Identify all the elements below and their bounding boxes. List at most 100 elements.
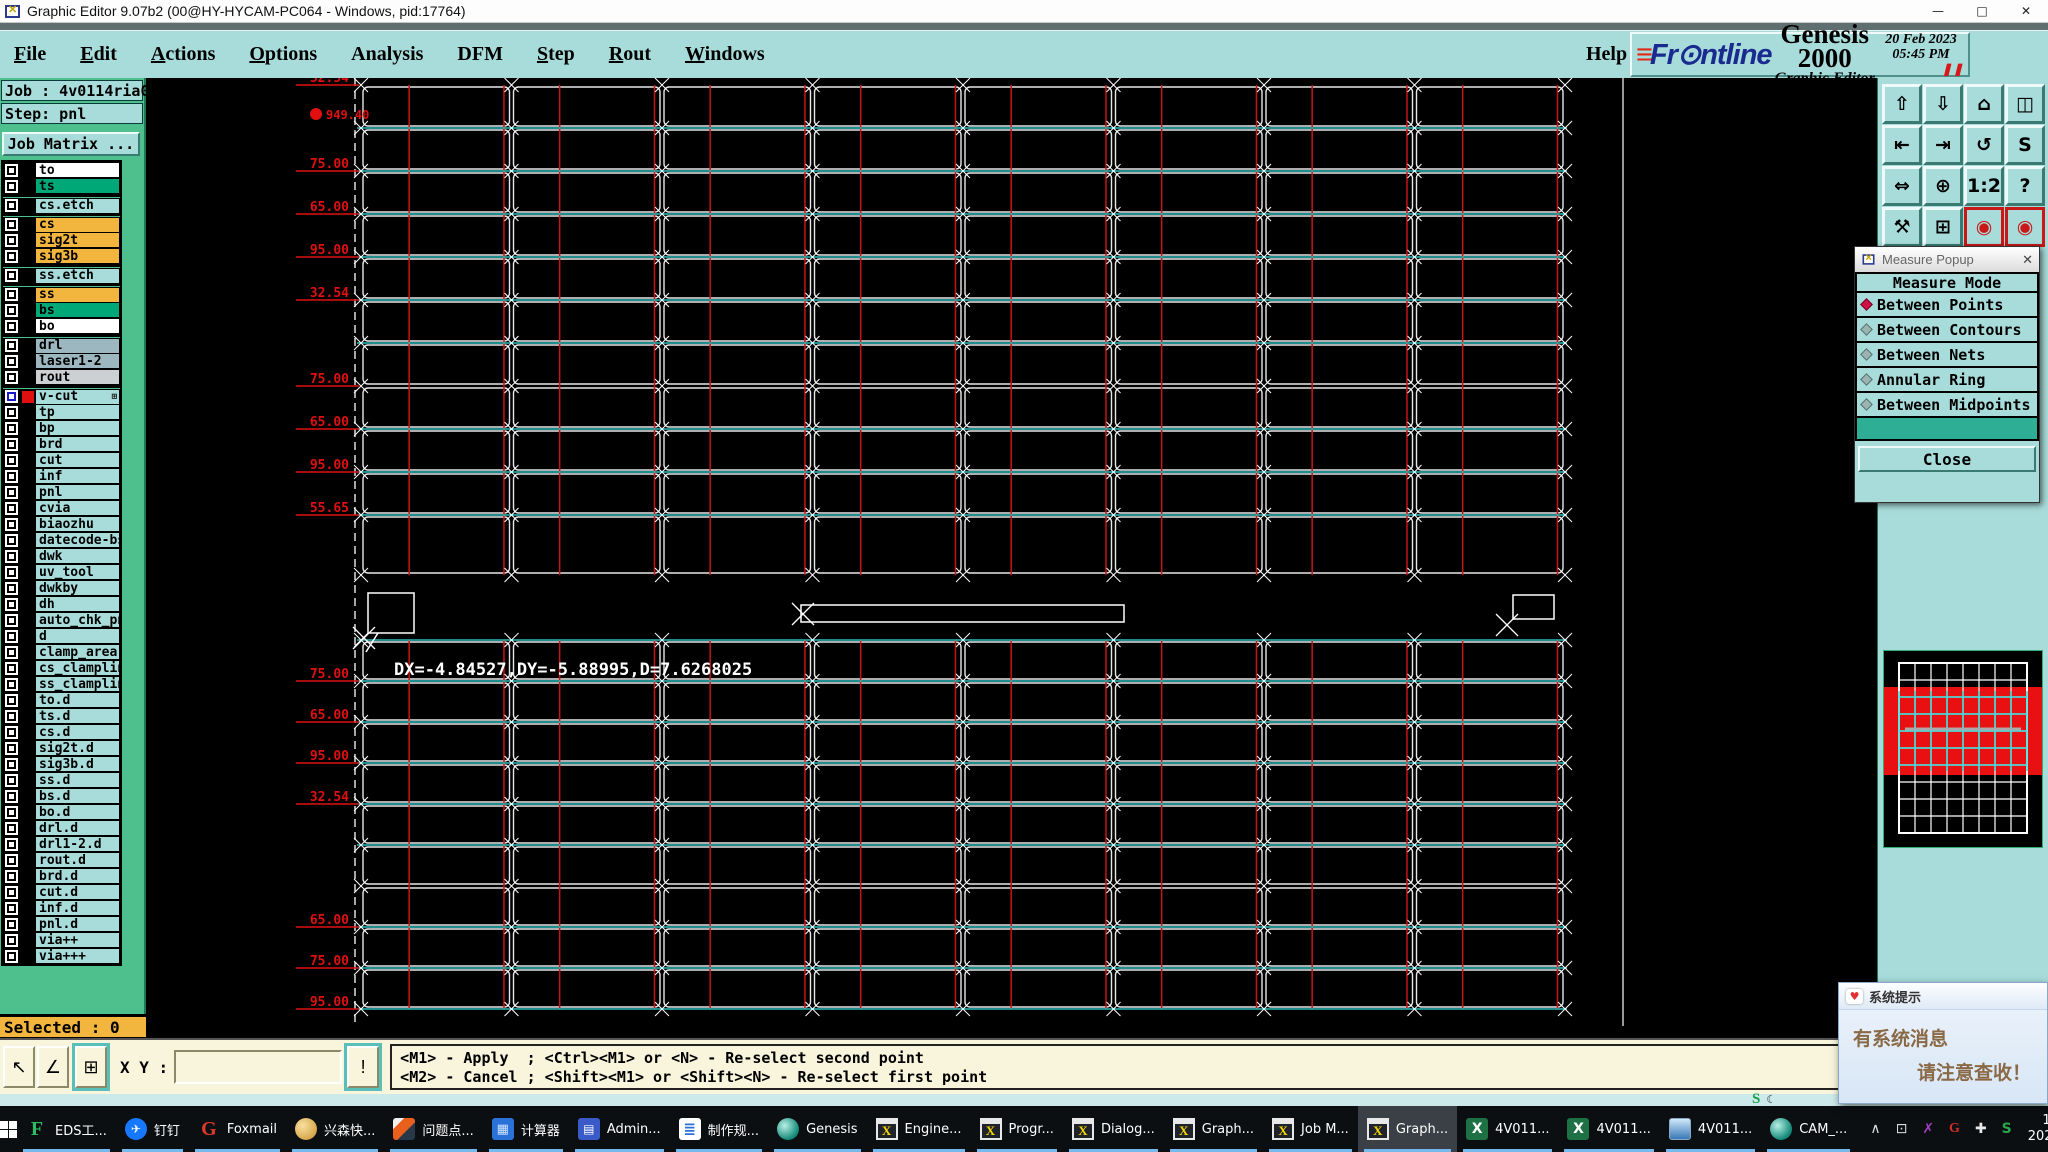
zoom-1-2-button[interactable]: 1:2 — [1964, 166, 2004, 206]
layer-checkbox[interactable] — [3, 389, 20, 405]
maximize-button[interactable]: □ — [1960, 0, 2004, 22]
layer-name[interactable]: cut.d — [35, 884, 120, 900]
xy-coordinate-input[interactable] — [174, 1050, 343, 1084]
layer-checkbox[interactable] — [3, 804, 20, 820]
layer-checkbox[interactable] — [3, 452, 20, 468]
layer-checkbox[interactable] — [3, 596, 20, 612]
layer-row-brd.d[interactable]: brd.d — [3, 868, 120, 884]
layer-name[interactable]: cs — [35, 216, 120, 233]
layer-checkbox[interactable] — [3, 836, 20, 852]
tray-display-icon[interactable]: ⊡ — [1896, 1121, 1908, 1137]
layer-name[interactable]: via++ — [35, 932, 120, 948]
copy-screen-button[interactable]: ⇧ — [1882, 84, 1922, 124]
taskbar-item-engine[interactable]: X Engine... — [867, 1106, 971, 1152]
layer-row-sig3b[interactable]: sig3b — [3, 248, 120, 264]
layer-name[interactable]: pnl — [35, 484, 120, 500]
layer-row-d[interactable]: d — [3, 628, 120, 644]
layer-row-bs.d[interactable]: bs.d — [3, 788, 120, 804]
layer-name[interactable]: rout.d — [35, 852, 120, 868]
pan-center-button[interactable]: ⊕ — [1923, 166, 1963, 206]
taskbar-item-graph[interactable]: X Graph... — [1357, 1106, 1458, 1152]
pan-right-button[interactable]: ⇥ — [1923, 125, 1963, 165]
menu-step[interactable]: Step — [537, 43, 575, 66]
measure-option-between-contours[interactable]: Between Contours — [1855, 316, 2039, 343]
layer-checkbox[interactable] — [3, 178, 20, 194]
layer-checkbox[interactable] — [3, 724, 20, 740]
layer-checkbox[interactable] — [3, 788, 20, 804]
layer-row-bp[interactable]: bp — [3, 420, 120, 436]
layer-row-to.d[interactable]: to.d — [3, 692, 120, 708]
menu-rout[interactable]: Rout — [609, 43, 651, 66]
serpentine-button[interactable]: S — [2005, 125, 2045, 165]
layer-row-drl1-2.d[interactable]: drl1-2.d — [3, 836, 120, 852]
layer-row-bs[interactable]: bs — [3, 302, 120, 318]
layer-row-auto_chk_pnl[interactable]: auto_chk_pnl — [3, 612, 120, 628]
layer-row-cut[interactable]: cut — [3, 452, 120, 468]
layer-name[interactable]: via+++ — [35, 948, 120, 964]
moon-mode-icon[interactable]: ☾ — [1766, 1093, 1773, 1106]
layer-name[interactable]: laser1-2 — [35, 353, 120, 369]
taskbar-item-4v011[interactable]: X 4V011... — [1457, 1106, 1558, 1152]
layer-name[interactable]: dwk — [35, 548, 120, 564]
layer-name[interactable]: ts — [35, 178, 120, 194]
layer-row-cvia[interactable]: cvia — [3, 500, 120, 516]
layer-name[interactable]: bp — [35, 420, 120, 436]
screen-capture-button[interactable]: ⇩ — [1923, 84, 1963, 124]
setup-tools-button[interactable]: ⚒ — [1882, 207, 1922, 247]
taskbar-item-[interactable]: ✈ 钉钉 — [116, 1106, 189, 1152]
layer-checkbox[interactable] — [3, 217, 20, 233]
taskbar-item-4v011[interactable]: 4V011... — [1660, 1106, 1761, 1152]
layer-checkbox[interactable] — [3, 500, 20, 516]
layer-row-sig2t[interactable]: sig2t — [3, 232, 120, 248]
layer-name[interactable]: ss — [35, 286, 120, 303]
layer-name[interactable]: dh — [35, 596, 120, 612]
layer-name[interactable]: bo.d — [35, 804, 120, 820]
layer-row-dh[interactable]: dh — [3, 596, 120, 612]
layer-checkbox[interactable] — [3, 884, 20, 900]
layer-name[interactable]: sig2t — [35, 232, 120, 248]
menu-help[interactable]: Help — [1586, 31, 1627, 78]
layer-checkbox[interactable] — [3, 612, 20, 628]
layer-checkbox[interactable] — [3, 420, 20, 436]
layer-checkbox[interactable] — [3, 900, 20, 916]
layer-name[interactable]: biaozhu — [35, 516, 120, 532]
layer-row-inf[interactable]: inf — [3, 468, 120, 484]
tile-windows-button[interactable]: ⊞ — [1923, 207, 1963, 247]
layer-checkbox[interactable] — [3, 564, 20, 580]
layer-checkbox[interactable] — [3, 516, 20, 532]
layer-name[interactable]: bs — [35, 302, 120, 318]
layer-row-ss_clampline[interactable]: ss_clampline — [3, 676, 120, 692]
layer-row-via++[interactable]: via++ — [3, 932, 120, 948]
measure-option-between-nets[interactable]: Between Nets — [1855, 341, 2039, 368]
layer-name[interactable]: clamp_area — [35, 644, 120, 660]
layer-checkbox[interactable] — [3, 756, 20, 772]
layer-row-biaozhu[interactable]: biaozhu — [3, 516, 120, 532]
layer-checkbox[interactable] — [3, 198, 20, 214]
layer-row-cut.d[interactable]: cut.d — [3, 884, 120, 900]
layer-row-brd[interactable]: brd — [3, 436, 120, 452]
layer-name[interactable]: inf — [35, 468, 120, 484]
layer-checkbox[interactable] — [3, 916, 20, 932]
layer-row-pnl.d[interactable]: pnl.d — [3, 916, 120, 932]
layer-row-ss[interactable]: ss — [3, 286, 120, 303]
layer-row-cs[interactable]: cs — [3, 216, 120, 233]
layer-name[interactable]: cvia — [35, 500, 120, 516]
measure-option-annular-ring[interactable]: Annular Ring — [1855, 366, 2039, 393]
menu-file[interactable]: File — [14, 43, 46, 66]
layer-row-uv_tool[interactable]: uv_tool — [3, 564, 120, 580]
zoom-extents-button[interactable]: ⇔ — [1882, 166, 1922, 206]
redraw-button[interactable]: ↺ — [1964, 125, 2004, 165]
layer-row-bo.d[interactable]: bo.d — [3, 804, 120, 820]
layer-name[interactable]: d — [35, 628, 120, 644]
layer-checkbox[interactable] — [3, 302, 20, 318]
layer-row-cs_clampline[interactable]: cs_clampline — [3, 660, 120, 676]
layer-name[interactable]: auto_chk_pnl — [35, 612, 120, 628]
layer-checkbox[interactable] — [3, 468, 20, 484]
tray-g-icon[interactable]: G — [1949, 1121, 1960, 1137]
tray-sogou-icon[interactable]: S — [2002, 1121, 2012, 1137]
pan-left-button[interactable]: ⇤ — [1882, 125, 1922, 165]
layer-checkbox[interactable] — [3, 338, 20, 354]
layer-row-laser1-2[interactable]: laser1-2 — [3, 353, 120, 369]
layer-name[interactable]: brd — [35, 436, 120, 452]
menu-dfm[interactable]: DFM — [457, 43, 503, 66]
